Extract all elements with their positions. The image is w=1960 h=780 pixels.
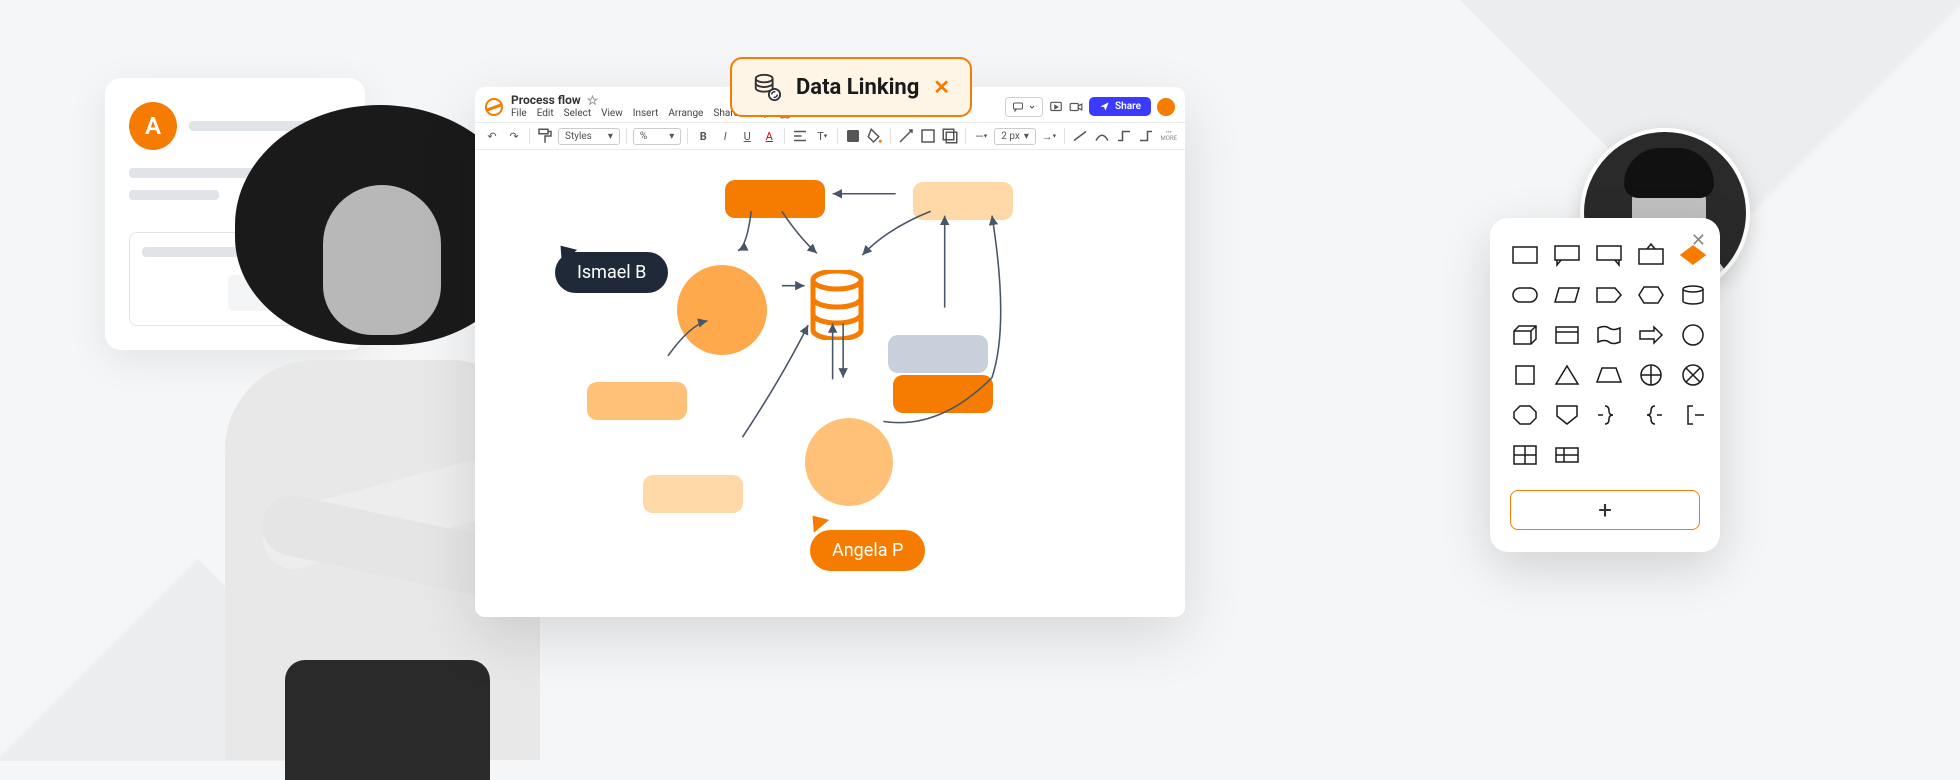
shapes-panel-close-button[interactable]: ✕ xyxy=(1691,230,1706,251)
underline-button[interactable]: U xyxy=(738,127,756,145)
collaborator-chip-angela: Angela P xyxy=(810,530,925,571)
shape-table-2[interactable] xyxy=(1552,442,1582,468)
line-color-icon[interactable] xyxy=(897,127,915,145)
presentation-icon[interactable] xyxy=(1049,100,1063,114)
line-width-dropdown[interactable]: 2 px▾ xyxy=(994,128,1036,145)
shapes-panel: ✕ + xyxy=(1490,218,1720,552)
comments-toggle[interactable] xyxy=(1005,97,1043,117)
flowchart-rect-3[interactable] xyxy=(888,335,988,373)
border-style-icon[interactable] xyxy=(919,127,937,145)
flowchart-circle-2[interactable] xyxy=(805,418,893,506)
formatting-toolbar: ↶ ↷ Styles▾ %▾ B I U A T▾ —▾ 2 px▾ →▾ ••… xyxy=(475,122,1185,150)
chevron-down-icon xyxy=(1028,103,1036,111)
diagram-canvas[interactable]: Ismael B Angela P xyxy=(475,150,1185,614)
shape-pentagon[interactable] xyxy=(1594,282,1624,308)
comment-icon xyxy=(1012,101,1024,113)
shape-callout-top[interactable] xyxy=(1636,242,1666,268)
line-end-dropdown[interactable]: →▾ xyxy=(1040,127,1058,145)
flowchart-rect-4[interactable] xyxy=(893,375,993,413)
data-linking-label: Data Linking xyxy=(796,75,919,100)
share-plane-icon xyxy=(1099,101,1110,112)
more-tools-button[interactable]: •••MORE xyxy=(1161,130,1177,142)
flowchart-circle-1[interactable] xyxy=(677,265,767,355)
menu-select[interactable]: Select xyxy=(564,108,591,120)
share-button[interactable]: Share xyxy=(1089,97,1151,116)
shape-circle[interactable] xyxy=(1678,322,1708,348)
flowchart-rect-5[interactable] xyxy=(587,382,687,420)
styles-dropdown[interactable]: Styles▾ xyxy=(558,128,620,145)
shape-bracket-open[interactable] xyxy=(1678,402,1708,428)
collaborator-chip-ismael: Ismael B xyxy=(555,252,668,293)
star-icon[interactable] xyxy=(587,95,598,106)
data-linking-banner[interactable]: Data Linking ✕ xyxy=(730,57,972,117)
redo-button[interactable]: ↷ xyxy=(505,127,523,145)
database-link-icon xyxy=(752,72,782,102)
shape-callout-right[interactable] xyxy=(1594,242,1624,268)
line-style-icon[interactable] xyxy=(1071,127,1089,145)
flowchart-rect-6[interactable] xyxy=(643,475,743,513)
line-start-dropdown[interactable]: —▾ xyxy=(972,127,990,145)
shape-rounded-rect[interactable] xyxy=(1510,282,1540,308)
text-size-button[interactable]: T▾ xyxy=(813,127,831,145)
shadow-icon[interactable] xyxy=(941,127,959,145)
shape-table-4[interactable] xyxy=(1510,442,1540,468)
database-shape[interactable] xyxy=(809,270,865,340)
shape-flag[interactable] xyxy=(1594,322,1624,348)
shape-triangle[interactable] xyxy=(1552,362,1582,388)
menu-insert[interactable]: Insert xyxy=(633,108,659,120)
menu-arrange[interactable]: Arrange xyxy=(668,108,703,120)
shape-rectangle[interactable] xyxy=(1510,242,1540,268)
line-curve-icon[interactable] xyxy=(1093,127,1111,145)
shape-close-brace[interactable] xyxy=(1594,402,1624,428)
bold-button[interactable]: B xyxy=(694,127,712,145)
flowchart-rect-1[interactable] xyxy=(725,180,825,218)
line-elbow-icon[interactable] xyxy=(1137,127,1155,145)
shape-hexagon[interactable] xyxy=(1636,282,1666,308)
undo-button[interactable]: ↶ xyxy=(483,127,501,145)
video-icon[interactable] xyxy=(1069,100,1083,114)
shape-parallelogram[interactable] xyxy=(1552,282,1582,308)
shape-cube[interactable] xyxy=(1510,322,1540,348)
text-color-button[interactable]: A xyxy=(760,127,778,145)
shape-window[interactable] xyxy=(1552,322,1582,348)
commenter-avatar: A xyxy=(129,102,177,150)
italic-button[interactable]: I xyxy=(716,127,734,145)
line-step-icon[interactable] xyxy=(1115,127,1133,145)
shape-arrow[interactable] xyxy=(1636,322,1666,348)
zoom-dropdown[interactable]: %▾ xyxy=(633,128,681,145)
data-linking-close-button[interactable]: ✕ xyxy=(933,75,950,99)
menu-view[interactable]: View xyxy=(601,108,623,120)
add-shape-button[interactable]: + xyxy=(1510,490,1700,530)
shape-callout-left[interactable] xyxy=(1552,242,1582,268)
share-label: Share xyxy=(1115,101,1141,112)
database-icon xyxy=(809,270,865,340)
shape-cylinder[interactable] xyxy=(1678,282,1708,308)
shape-open-brace[interactable] xyxy=(1636,402,1666,428)
paint-format-icon[interactable] xyxy=(536,127,554,145)
shape-trapezoid[interactable] xyxy=(1594,362,1624,388)
align-button[interactable] xyxy=(791,127,809,145)
menu-file[interactable]: File xyxy=(511,108,527,120)
shape-cross-circle[interactable] xyxy=(1636,362,1666,388)
flowchart-rect-2[interactable] xyxy=(913,182,1013,220)
shape-octagon[interactable] xyxy=(1510,402,1540,428)
bucket-fill-icon[interactable] xyxy=(866,127,884,145)
shapes-grid xyxy=(1510,242,1700,468)
shape-x-circle[interactable] xyxy=(1678,362,1708,388)
diagram-app-window: Process flow File Edit Select View Inser… xyxy=(475,87,1185,617)
current-user-avatar[interactable] xyxy=(1157,98,1175,116)
document-title[interactable]: Process flow xyxy=(511,93,581,107)
fill-color-button[interactable] xyxy=(844,127,862,145)
menu-edit[interactable]: Edit xyxy=(537,108,554,120)
cursor-angela-pointer xyxy=(805,509,829,533)
shape-square[interactable] xyxy=(1510,362,1540,388)
app-logo-icon xyxy=(485,98,503,116)
shape-shield[interactable] xyxy=(1552,402,1582,428)
